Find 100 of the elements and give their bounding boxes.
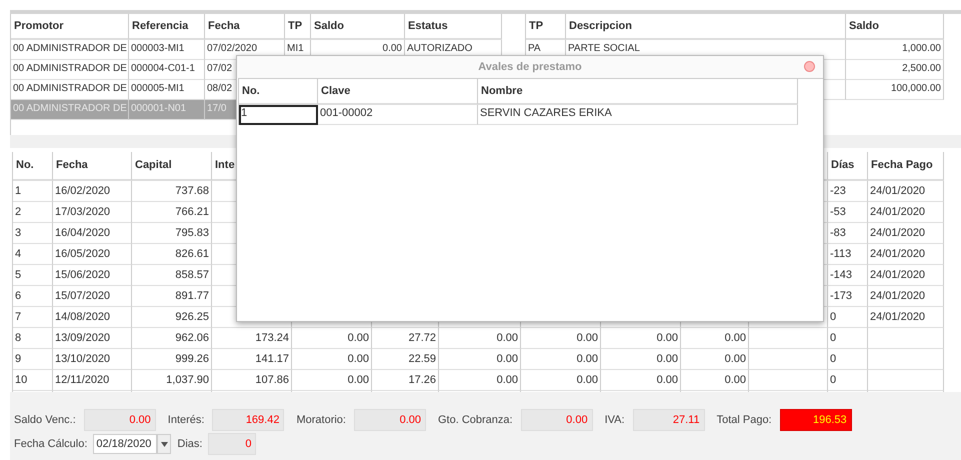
table-cell: 0.00 <box>601 370 681 391</box>
table-cell: 100,000.00 <box>846 80 944 100</box>
table-cell: 0.00 <box>601 349 681 370</box>
column-header[interactable]: Descripcion <box>566 14 846 40</box>
amount-field: 0.00 <box>354 409 426 431</box>
field-label: Total Pago: <box>716 414 772 426</box>
table-cell: 0.00 <box>681 370 749 391</box>
table-cell: 0.00 <box>292 370 372 391</box>
column-header[interactable]: No. <box>13 152 53 181</box>
column-header[interactable]: Clave <box>318 79 478 105</box>
table-cell: 999.26 <box>132 349 212 370</box>
table-cell: 1 <box>13 181 53 202</box>
table-cell: 0.00 <box>292 349 372 370</box>
caret-icon <box>160 442 168 446</box>
table-cell: 737.68 <box>132 181 212 202</box>
date-field[interactable]: 02/18/2020 <box>93 434 158 454</box>
table-cell: 000001-N01 <box>129 100 205 120</box>
column-header[interactable]: Fecha <box>53 152 132 181</box>
table-cell: 000004-C01-1 <box>129 60 205 80</box>
table-cell: 24/01/2020 <box>868 244 944 265</box>
table-cell: 16/02/2020 <box>53 181 132 202</box>
column-header[interactable]: Estatus <box>405 14 502 40</box>
column-header[interactable]: Fecha Pago <box>868 152 944 181</box>
table-cell: 22.59 <box>372 349 439 370</box>
table-cell: 0.00 <box>439 370 521 391</box>
table-cell: 16/05/2020 <box>53 244 132 265</box>
field-label: IVA: <box>604 414 625 426</box>
table-cell: -83 <box>828 223 868 244</box>
table-cell: 24/01/2020 <box>868 265 944 286</box>
table-cell: 13/10/2020 <box>53 349 132 370</box>
table-cell: -173 <box>828 286 868 307</box>
table-cell: 0 <box>828 349 868 370</box>
table-cell: 8 <box>13 328 53 349</box>
table-cell: 1,000.00 <box>846 40 944 60</box>
column-header[interactable]: Nombre <box>478 79 798 105</box>
table-cell: 5 <box>13 265 53 286</box>
table-cell: 1,037.90 <box>132 370 212 391</box>
table-cell: 0.00 <box>439 328 521 349</box>
table-cell: SERVIN CAZARES ERIKA <box>478 105 798 125</box>
days-field: 0 <box>208 433 256 455</box>
table-cell: -143 <box>828 265 868 286</box>
table-cell: 0.00 <box>521 349 601 370</box>
field-label: Saldo Venc.: <box>14 414 76 426</box>
column-header[interactable]: Fecha <box>205 14 285 40</box>
table-cell: 173.24 <box>212 328 292 349</box>
table-cell: 9 <box>13 349 53 370</box>
table-cell: 13/09/2020 <box>53 328 132 349</box>
table-cell: 24/01/2020 <box>868 307 944 328</box>
amount-field: 27.11 <box>632 409 705 431</box>
table-cell: 12/11/2020 <box>53 370 132 391</box>
table-cell: 24/01/2020 <box>868 223 944 244</box>
field-label: Moratorio: <box>296 414 346 426</box>
table-cell: 000003-MI1 <box>129 40 205 60</box>
table-cell: 00 ADMINISTRADOR DE <box>11 40 129 60</box>
table-cell: 107.86 <box>212 370 292 391</box>
table-cell: 795.83 <box>132 223 212 244</box>
table-cell: 00 ADMINISTRADOR DE <box>11 60 129 80</box>
column-header[interactable]: TP <box>526 14 566 40</box>
table-cell: 1 <box>239 105 318 125</box>
table-cell: 891.77 <box>132 286 212 307</box>
table-cell: 0.00 <box>521 370 601 391</box>
table-cell: 7 <box>13 307 53 328</box>
amount-field: 196.53 <box>780 409 852 431</box>
table-cell: 826.61 <box>132 244 212 265</box>
amount-field: 0.00 <box>84 409 156 431</box>
table-cell: 0 <box>828 328 868 349</box>
column-header[interactable]: Saldo <box>311 14 405 40</box>
table-cell: 3 <box>13 223 53 244</box>
table-cell: 15/06/2020 <box>53 265 132 286</box>
field-label: Gto. Cobranza: <box>438 414 513 426</box>
field-label: Fecha Cálculo: <box>14 438 88 450</box>
table-cell: 766.21 <box>132 202 212 223</box>
table-cell: 0.00 <box>681 328 749 349</box>
table-cell: 2,500.00 <box>846 60 944 80</box>
table-cell: -113 <box>828 244 868 265</box>
column-header[interactable]: Referencia <box>129 14 205 40</box>
table-cell: -53 <box>828 202 868 223</box>
field-label: Dias: <box>177 438 202 450</box>
column-header[interactable]: Capital <box>132 152 212 181</box>
amount-field: 0.00 <box>520 409 593 431</box>
column-header[interactable]: No. <box>239 79 318 105</box>
table-cell: 2 <box>13 202 53 223</box>
field-label: Interés: <box>168 414 204 426</box>
table-cell: 17.26 <box>372 370 439 391</box>
column-header[interactable]: Días <box>828 152 868 181</box>
dropdown-button[interactable] <box>157 434 172 454</box>
table-cell: 6 <box>13 286 53 307</box>
table-cell: -23 <box>828 181 868 202</box>
table-cell: 0.00 <box>521 328 601 349</box>
table-cell: 001-00002 <box>318 105 478 125</box>
column-header[interactable]: Promotor <box>11 14 129 40</box>
table-cell: 17/03/2020 <box>53 202 132 223</box>
table-cell: 962.06 <box>132 328 212 349</box>
column-header[interactable]: Saldo <box>846 14 944 40</box>
table-cell: 15/07/2020 <box>53 286 132 307</box>
column-header[interactable]: TP <box>285 14 311 40</box>
table-cell: 0 <box>828 370 868 391</box>
table-cell: 24/01/2020 <box>868 286 944 307</box>
table-cell: 0.00 <box>681 349 749 370</box>
table-cell: 0.00 <box>292 328 372 349</box>
